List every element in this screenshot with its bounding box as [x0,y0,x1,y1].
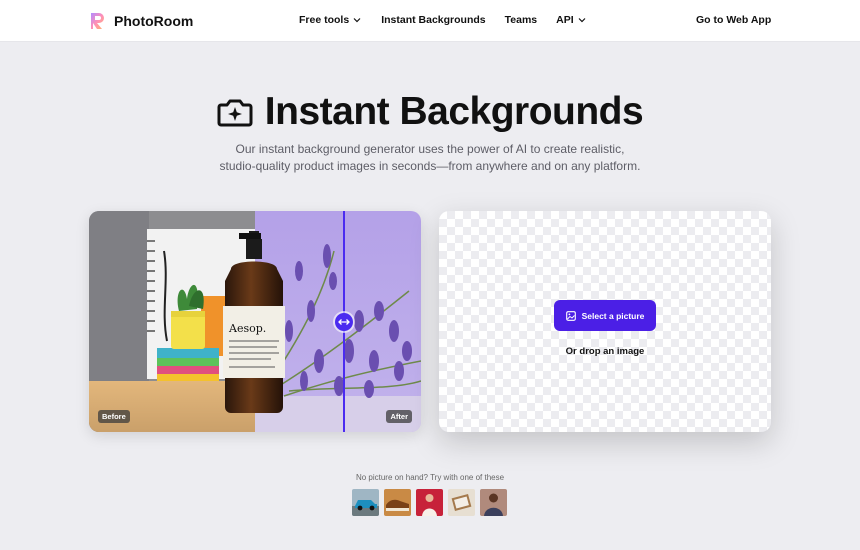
notebook-sample-image [448,489,475,516]
nav-api-label: API [556,14,574,26]
before-after-image: Aesop. [89,211,421,432]
hero-heading: Instant Backgrounds [0,90,860,134]
hero-subtitle: Our instant background generator uses th… [0,141,860,175]
hero-subtitle-line-2: studio-quality product images in seconds… [219,159,641,173]
nav-free-tools-label: Free tools [299,14,350,26]
shoe-sample-image [384,489,411,516]
bottle-brand-text: Aesop. [228,322,266,335]
chevron-down-icon [353,18,361,23]
page-title: Instant Backgrounds [264,90,644,133]
nav-instant-backgrounds[interactable]: Instant Backgrounds [381,14,485,26]
sample-thumb-shoe[interactable] [384,489,411,516]
person-sample-image [480,489,507,516]
camera-sparkle-icon [217,99,253,127]
brand-logo[interactable]: PhotoRoom [88,11,193,31]
drop-image-text: Or drop an image [565,346,645,357]
sample-thumb-notebook[interactable] [448,489,475,516]
before-after-comparison[interactable]: Aesop. Before After [89,211,421,432]
comparison-slider-handle[interactable] [335,313,353,331]
sample-thumb-car[interactable] [352,489,379,516]
photoroom-logo-icon [91,13,104,29]
nav-free-tools[interactable]: Free tools [299,14,362,26]
nav-instant-backgrounds-label: Instant Backgrounds [381,14,486,26]
go-to-web-app-link[interactable]: Go to Web App [696,14,771,26]
sample-thumb-person[interactable] [480,489,507,516]
after-badge: After [386,410,412,423]
samples-label: No picture on hand? Try with one of thes… [355,473,505,482]
sample-images [352,489,507,516]
select-picture-label: Select a picture [581,310,645,321]
image-icon [565,310,576,321]
nav-api[interactable]: API [556,14,587,26]
select-picture-button[interactable]: Select a picture [554,300,656,331]
nav-teams-label: Teams [504,14,538,26]
brand-name: PhotoRoom [114,13,194,29]
before-badge: Before [98,410,130,423]
arrows-horizontal-icon [338,319,350,325]
upload-dropzone[interactable]: Select a picture Or drop an image [439,211,771,432]
top-navbar: PhotoRoom Free tools Instant Backgrounds… [0,0,860,42]
sample-thumb-red-outfit[interactable] [416,489,443,516]
car-sample-image [352,489,379,516]
red-outfit-sample-image [416,489,443,516]
main-nav: Free tools Instant Backgrounds Teams API [299,14,606,26]
hero-subtitle-line-1: Our instant background generator uses th… [235,142,625,156]
nav-teams[interactable]: Teams [505,14,538,26]
chevron-down-icon [578,18,586,23]
